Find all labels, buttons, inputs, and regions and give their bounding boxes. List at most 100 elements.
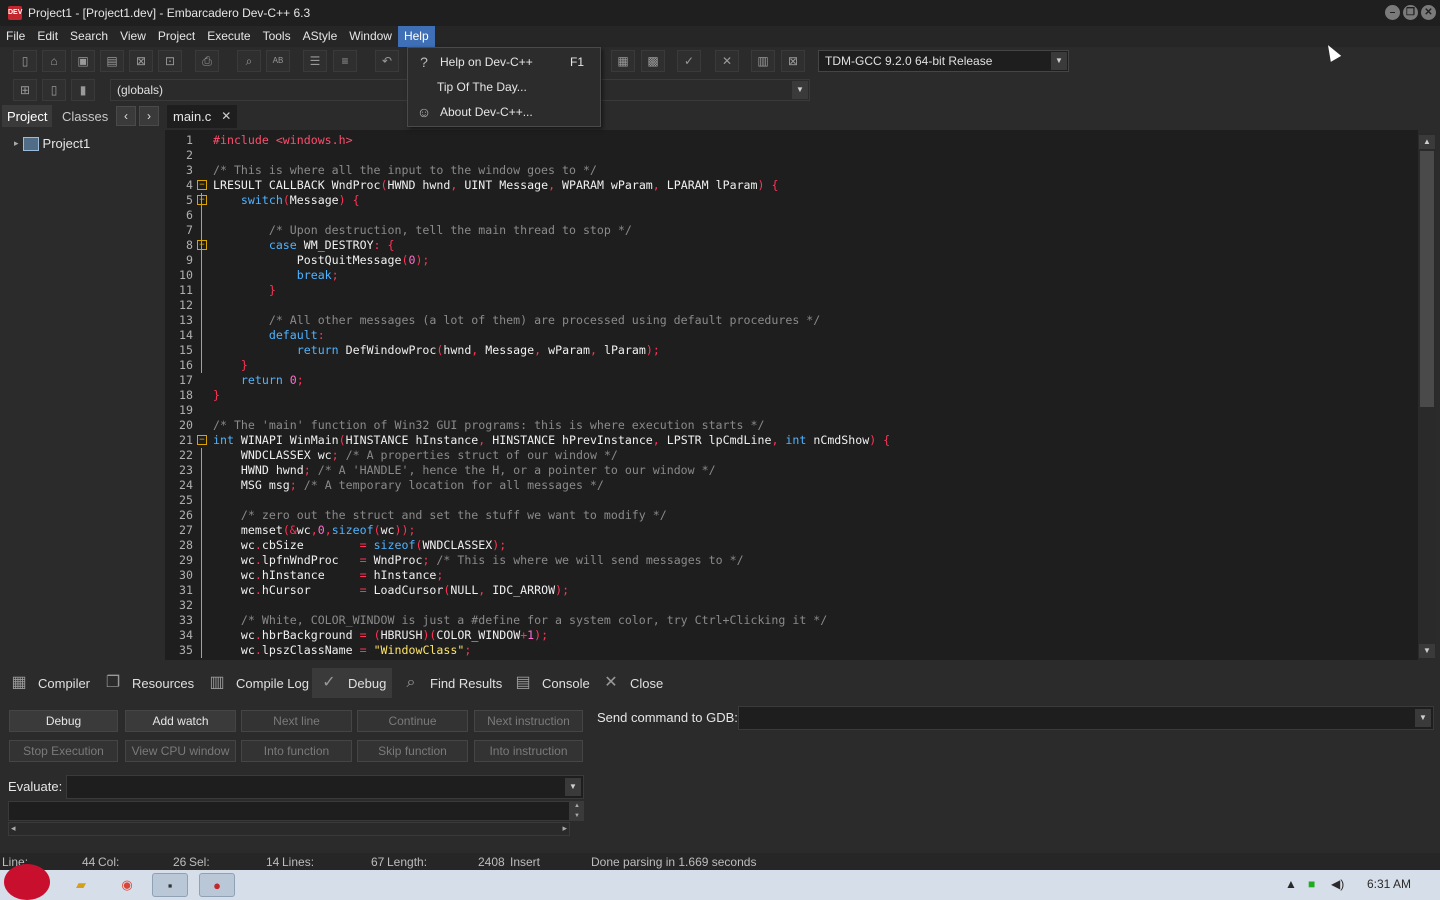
- tab-classes[interactable]: Classes: [57, 105, 113, 127]
- restore-button[interactable]: ❐: [1403, 5, 1418, 20]
- code-line[interactable]: #include <windows.h>: [213, 133, 353, 148]
- tray-expand-icon[interactable]: ▲: [1285, 877, 1297, 891]
- into-function-button[interactable]: Into function: [241, 740, 352, 762]
- code-line[interactable]: PostQuitMessage(0);: [213, 253, 430, 268]
- insert-icon[interactable]: ⊞: [13, 79, 37, 101]
- terminal-icon[interactable]: ▪: [152, 873, 188, 897]
- code-line[interactable]: MSG msg; /* A temporary location for all…: [213, 478, 604, 493]
- code-line[interactable]: /* All other messages (a lot of them) ar…: [213, 313, 820, 328]
- stop-execution-button[interactable]: Stop Execution: [9, 740, 118, 762]
- save-icon[interactable]: ▣: [71, 50, 95, 72]
- menu-project[interactable]: Project: [152, 26, 201, 47]
- find-icon[interactable]: ⌕: [237, 50, 261, 72]
- code-editor[interactable]: 1 2 3 4 5 6 7 8 9 10 11 12 13 14 15 16 17 18 19 20 21 22 23 24 2…: [165, 130, 1418, 660]
- bottom-tab-console[interactable]: ▤ Console: [506, 668, 596, 698]
- compile-icon[interactable]: ▦: [611, 50, 635, 72]
- code-line[interactable]: switch(Message) {: [213, 193, 360, 208]
- expand-icon[interactable]: ▸: [14, 138, 19, 149]
- menu-tools[interactable]: Tools: [257, 26, 297, 47]
- run-icon[interactable]: ▩: [641, 50, 665, 72]
- bottom-tab-find-results[interactable]: ⌕ Find Results: [394, 668, 508, 698]
- chevron-right-icon[interactable]: ›: [139, 106, 159, 126]
- menu-file[interactable]: File: [0, 26, 31, 47]
- evaluate-horizontal-scrollbar[interactable]: ◂ ▸: [8, 822, 570, 836]
- chevron-down-icon[interactable]: ▼: [1051, 52, 1067, 70]
- minimize-button[interactable]: –: [1385, 5, 1400, 20]
- scrollbar-thumb[interactable]: [1420, 151, 1434, 407]
- scroll-up-icon[interactable]: ▲: [1419, 135, 1435, 149]
- next-line-button[interactable]: Next line: [241, 710, 352, 732]
- close-window-button[interactable]: ✕: [1421, 5, 1436, 20]
- menu-help[interactable]: Help: [397, 26, 435, 47]
- menu-execute[interactable]: Execute: [201, 26, 256, 47]
- code-line[interactable]: /* Upon destruction, tell the main threa…: [213, 223, 632, 238]
- close-file-icon[interactable]: ⊠: [129, 50, 153, 72]
- help-menu-item[interactable]: Tip Of The Day...: [408, 75, 600, 99]
- menu-astyle[interactable]: AStyle: [297, 26, 344, 47]
- continue-button[interactable]: Continue: [357, 710, 468, 732]
- bottom-tab-debug[interactable]: ✓ Debug: [312, 668, 393, 698]
- fold-toggle-icon[interactable]: −: [197, 195, 207, 205]
- scroll-right-icon[interactable]: ▸: [562, 823, 567, 834]
- code-line[interactable]: wc.hInstance = hInstance;: [213, 568, 443, 583]
- code-line[interactable]: WNDCLASSEX wc; /* A properties struct of…: [213, 448, 618, 463]
- bottom-tab-resources[interactable]: ❐ Resources: [96, 668, 200, 698]
- folder-icon[interactable]: ▰: [63, 873, 99, 897]
- code-line[interactable]: }: [213, 283, 276, 298]
- print-icon[interactable]: ⎙: [195, 50, 219, 72]
- compiler-select[interactable]: TDM-GCC 9.2.0 64-bit Release ▼: [818, 50, 1069, 72]
- volume-icon[interactable]: ◀): [1331, 877, 1344, 891]
- chevron-down-icon[interactable]: ▼: [565, 778, 581, 796]
- angry-birds-icon[interactable]: [4, 864, 50, 900]
- stop-icon[interactable]: ✕: [715, 50, 739, 72]
- editor-vertical-scrollbar[interactable]: ▲ ▼: [1418, 133, 1436, 660]
- gdb-command-input[interactable]: ▼: [738, 706, 1434, 730]
- open-file-icon[interactable]: ⌂: [42, 50, 66, 72]
- code-line[interactable]: LRESULT CALLBACK WndProc(HWND hwnd, UINT…: [213, 178, 778, 193]
- scroll-left-icon[interactable]: ◂: [11, 823, 16, 834]
- code-line[interactable]: }: [213, 358, 248, 373]
- into-instruction-button[interactable]: Into instruction: [474, 740, 583, 762]
- bottom-tab-compiler[interactable]: ▦ Compiler: [2, 668, 96, 698]
- fold-toggle-icon[interactable]: −: [197, 240, 207, 250]
- code-line[interactable]: int WINAPI WinMain(HINSTANCE hInstance, …: [213, 433, 890, 448]
- devcpp-icon[interactable]: ●: [199, 873, 235, 897]
- code-line[interactable]: default:: [213, 328, 325, 343]
- chevron-left-icon[interactable]: ‹: [116, 106, 136, 126]
- code-line[interactable]: /* White, COLOR_WINDOW is just a #define…: [213, 613, 827, 628]
- next-instruction-button[interactable]: Next instruction: [474, 710, 583, 732]
- tree-item-project[interactable]: ▸ Project1: [14, 136, 90, 151]
- check-syntax-icon[interactable]: ✓: [677, 50, 701, 72]
- code-line[interactable]: wc.lpfnWndProc = WndProc; /* This is whe…: [213, 553, 744, 568]
- close-icon[interactable]: ✕: [221, 109, 231, 124]
- chrome-icon[interactable]: ◉: [109, 873, 145, 897]
- code-line[interactable]: wc.hCursor = LoadCursor(NULL, IDC_ARROW)…: [213, 583, 569, 598]
- code-line[interactable]: HWND hwnd; /* A 'HANDLE', hence the H, o…: [213, 463, 716, 478]
- tab-main-c[interactable]: main.c ✕: [167, 105, 238, 128]
- chevron-down-icon[interactable]: ▼: [1415, 709, 1431, 727]
- code-line[interactable]: /* The 'main' function of Win32 GUI prog…: [213, 418, 764, 433]
- scroll-down-icon[interactable]: ▼: [1419, 644, 1435, 658]
- code-line[interactable]: case WM_DESTROY: {: [213, 238, 395, 253]
- menu-edit[interactable]: Edit: [31, 26, 64, 47]
- code-line[interactable]: return 0;: [213, 373, 304, 388]
- replace-icon[interactable]: AB: [266, 50, 290, 72]
- code-line[interactable]: wc.lpszClassName = "WindowClass";: [213, 643, 471, 658]
- tab-project[interactable]: Project: [2, 105, 53, 127]
- evaluate-input[interactable]: ▼: [66, 775, 584, 799]
- goto-bookmark-icon[interactable]: ▮: [71, 79, 95, 101]
- menu-search[interactable]: Search: [64, 26, 114, 47]
- bottom-tab-close[interactable]: ✕ Close: [594, 668, 669, 698]
- code-line[interactable]: wc.hbrBackground = (HBRUSH)(COLOR_WINDOW…: [213, 628, 548, 643]
- unindent-icon[interactable]: ≡: [333, 50, 357, 72]
- network-icon[interactable]: ■: [1308, 877, 1315, 891]
- output-spin-icon[interactable]: ▲ ▼: [570, 801, 584, 821]
- code-line[interactable]: /* zero out the struct and set the stuff…: [213, 508, 667, 523]
- view-cpu-window-button[interactable]: View CPU window: [125, 740, 236, 762]
- code-line[interactable]: }: [213, 388, 220, 403]
- skip-function-button[interactable]: Skip function: [357, 740, 468, 762]
- bottom-tab-compile-log[interactable]: ▥ Compile Log: [200, 668, 315, 698]
- indent-icon[interactable]: ☰: [303, 50, 327, 72]
- code-line[interactable]: memset(&wc,0,sizeof(wc));: [213, 523, 416, 538]
- code-line[interactable]: /* This is where all the input to the wi…: [213, 163, 597, 178]
